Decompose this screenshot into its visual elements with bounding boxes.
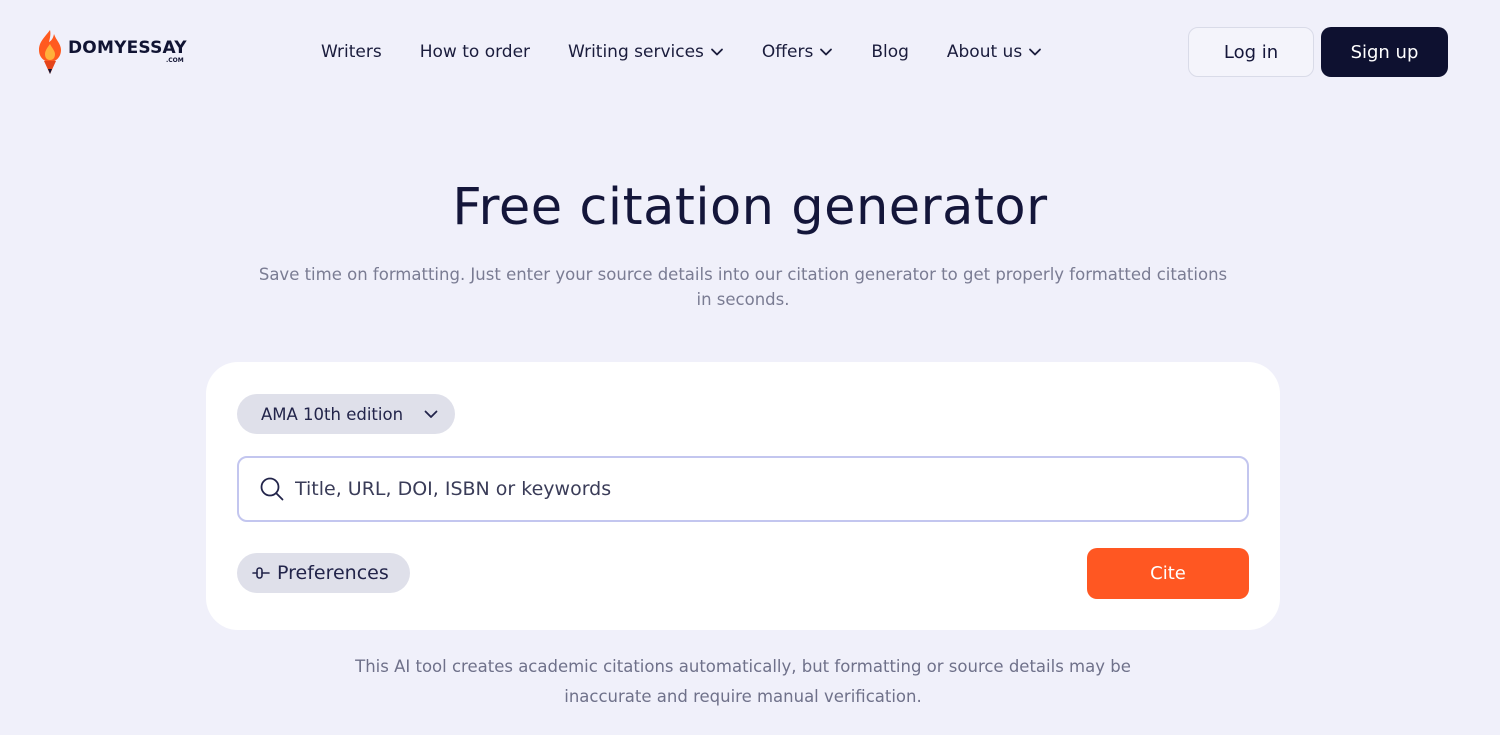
chevron-down-icon: [820, 48, 833, 56]
citation-generator-card: AMA 10th edition Preferences Cite: [206, 362, 1280, 630]
login-button[interactable]: Log in: [1188, 27, 1314, 77]
slider-settings-icon: [252, 567, 270, 579]
flame-pencil-icon: [39, 30, 61, 74]
nav-item-writers[interactable]: Writers: [321, 42, 382, 62]
nav-item-about-us[interactable]: About us: [947, 42, 1042, 62]
disclaimer-text: This AI tool creates academic citations …: [355, 657, 1131, 706]
main-nav: Writers How to order Writing services Of…: [321, 40, 1042, 64]
nav-item-label: Writing services: [568, 42, 704, 62]
chevron-down-icon: [711, 48, 723, 56]
logo-wordmark: DOMYESSAY: [68, 38, 187, 58]
nav-item-writing-services[interactable]: Writing services: [568, 42, 724, 62]
nav-item-label: How to order: [419, 42, 531, 62]
signup-button[interactable]: Sign up: [1321, 27, 1448, 77]
chevron-down-icon: [424, 410, 438, 418]
nav-item-label: About us: [946, 42, 1023, 62]
page-title: Free citation generator: [452, 178, 1048, 237]
preferences-button[interactable]: Preferences: [237, 553, 410, 593]
nav-item-blog[interactable]: Blog: [871, 42, 909, 62]
search-input[interactable]: [295, 478, 1195, 500]
nav-item-label: Offers: [761, 42, 814, 62]
citation-style-dropdown[interactable]: AMA 10th edition: [237, 394, 455, 434]
nav-item-label: Blog: [871, 42, 909, 62]
citation-style-value: AMA 10th edition: [261, 404, 404, 424]
cite-button[interactable]: Cite: [1087, 548, 1249, 599]
logo[interactable]: DOMYESSAY .COM: [36, 28, 196, 76]
nav-item-how-to-order[interactable]: How to order: [420, 42, 530, 62]
nav-item-offers[interactable]: Offers: [762, 42, 833, 62]
chevron-down-icon: [1029, 48, 1042, 56]
preferences-label: Preferences: [277, 562, 389, 584]
logo-domain: .COM: [166, 57, 184, 64]
search-icon: [260, 477, 284, 501]
site-header: DOMYESSAY .COM Writers How to order Writ…: [0, 0, 1500, 104]
page-subtitle: Save time on formatting. Just enter your…: [258, 265, 1228, 309]
search-field[interactable]: [237, 456, 1249, 522]
nav-item-label: Writers: [321, 42, 382, 62]
